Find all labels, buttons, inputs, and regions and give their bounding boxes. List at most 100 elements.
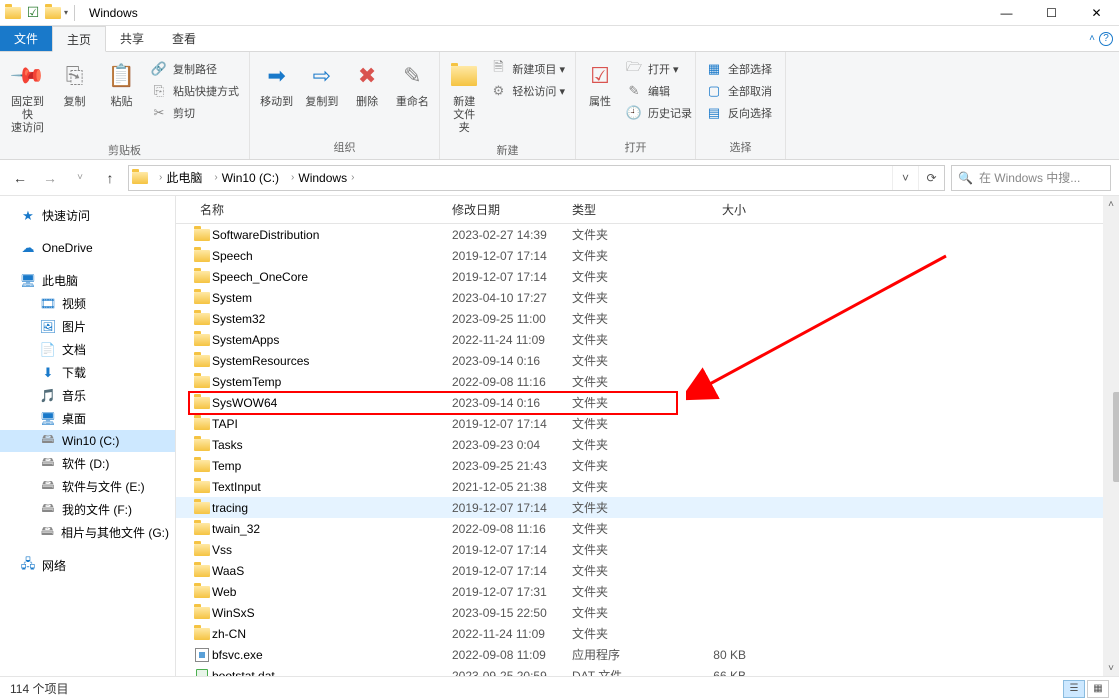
close-button[interactable]: ✕ xyxy=(1074,0,1119,26)
sidebar-documents[interactable]: 📄文档 xyxy=(0,338,175,361)
edit-button[interactable]: ✎编辑 xyxy=(622,82,696,100)
nav-up-button[interactable]: ↑ xyxy=(98,166,122,190)
select-all-button[interactable]: ▦全部选择 xyxy=(702,60,776,78)
file-row[interactable]: WinSxS2023-09-15 22:50文件夹 xyxy=(176,602,1119,623)
file-date: 2023-09-25 20:59 xyxy=(444,669,564,677)
file-row[interactable]: bootstat.dat2023-09-25 20:59DAT 文件66 KB xyxy=(176,665,1119,676)
scrollbar-thumb[interactable] xyxy=(1113,392,1119,482)
folder-icon xyxy=(192,586,212,598)
sidebar-drive-c[interactable]: 🖴Win10 (C:) xyxy=(0,430,175,452)
copy-to-button[interactable]: ⇨ 复制到 xyxy=(301,56,342,113)
address-dropdown-button[interactable]: ˅ xyxy=(892,166,918,190)
tab-share[interactable]: 共享 xyxy=(106,26,158,51)
sidebar-this-pc[interactable]: 🖥此电脑 xyxy=(0,269,175,292)
refresh-button[interactable]: ⟳ xyxy=(918,166,944,190)
move-to-button[interactable]: ➡ 移动到 xyxy=(256,56,297,113)
breadcrumb-drive[interactable]: ›Win10 (C:) xyxy=(206,171,283,185)
cut-button[interactable]: ✂剪切 xyxy=(147,104,243,122)
collapse-ribbon-icon[interactable]: ˄ xyxy=(1089,33,1095,44)
copy-icon: ⎘ xyxy=(59,60,91,92)
file-row[interactable]: SystemResources2023-09-14 0:16文件夹 xyxy=(176,350,1119,371)
scroll-down-icon[interactable]: ˅ xyxy=(1103,660,1119,676)
nav-forward-button[interactable]: → xyxy=(38,166,62,190)
properties-button[interactable]: ☑ 属性 xyxy=(582,56,618,113)
file-row[interactable]: System2023-04-10 17:27文件夹 xyxy=(176,287,1119,308)
vertical-scrollbar[interactable]: ˄ ˅ xyxy=(1103,196,1119,676)
file-row[interactable]: tracing2019-12-07 17:14文件夹 xyxy=(176,497,1119,518)
file-row[interactable]: SystemApps2022-11-24 11:09文件夹 xyxy=(176,329,1119,350)
paste-button[interactable]: 📋 粘贴 xyxy=(100,56,143,113)
file-row[interactable]: System322023-09-25 11:00文件夹 xyxy=(176,308,1119,329)
breadcrumb-folder[interactable]: ›Windows› xyxy=(283,171,362,185)
new-item-button[interactable]: 🗎新建项目 ▾ xyxy=(486,60,569,78)
nav-recent-dropdown[interactable]: ˅ xyxy=(68,166,92,190)
qat-properties-icon[interactable]: ☑ xyxy=(24,4,42,22)
copy-path-button[interactable]: 🔗复制路径 xyxy=(147,60,243,78)
sidebar-network[interactable]: 🖧网络 xyxy=(0,554,175,577)
window-controls: — ☐ ✕ xyxy=(984,0,1119,26)
sidebar-onedrive[interactable]: ☁OneDrive xyxy=(0,237,175,259)
copy-button[interactable]: ⎘ 复制 xyxy=(53,56,96,113)
nav-back-button[interactable]: ← xyxy=(8,166,32,190)
sidebar-quick-access[interactable]: ★快速访问 xyxy=(0,204,175,227)
view-thumbnails-button[interactable]: ▦ xyxy=(1087,680,1109,698)
qat-new-folder-icon[interactable] xyxy=(44,4,62,22)
invert-selection-button[interactable]: ▤反向选择 xyxy=(702,104,776,122)
file-row[interactable]: Speech_OneCore2019-12-07 17:14文件夹 xyxy=(176,266,1119,287)
qat-dropdown-icon[interactable]: ▾ xyxy=(64,8,68,17)
view-details-button[interactable]: ☰ xyxy=(1063,680,1085,698)
pc-icon: 🖥 xyxy=(20,273,36,289)
file-type: 文件夹 xyxy=(564,352,674,369)
sidebar-pictures[interactable]: 🖼图片 xyxy=(0,315,175,338)
sidebar-downloads[interactable]: ⬇下载 xyxy=(0,361,175,384)
tab-view[interactable]: 查看 xyxy=(158,26,210,51)
pin-to-quick-access-button[interactable]: 📌 固定到快 速访问 xyxy=(6,56,49,140)
columns-header: 名称 修改日期 类型 大小 xyxy=(176,196,1119,224)
address-bar[interactable]: ›此电脑 ›Win10 (C:) ›Windows› ˅ ⟳ xyxy=(128,165,945,191)
file-row[interactable]: WaaS2019-12-07 17:14文件夹 xyxy=(176,560,1119,581)
sidebar-video[interactable]: 🎞视频 xyxy=(0,292,175,315)
sidebar-drive-d[interactable]: 🖴软件 (D:) xyxy=(0,452,175,475)
minimize-button[interactable]: — xyxy=(984,0,1029,26)
file-row[interactable]: SoftwareDistribution2023-02-27 14:39文件夹 xyxy=(176,224,1119,245)
history-button[interactable]: 🕘历史记录 xyxy=(622,104,696,122)
col-date[interactable]: 修改日期 xyxy=(444,201,564,218)
paste-shortcut-button[interactable]: ⎘粘贴快捷方式 xyxy=(147,82,243,100)
easy-access-button[interactable]: ⚙轻松访问 ▾ xyxy=(486,82,569,100)
file-row[interactable]: bfsvc.exe2022-09-08 11:09应用程序80 KB xyxy=(176,644,1119,665)
col-type[interactable]: 类型 xyxy=(564,201,674,218)
help-icon[interactable]: ? xyxy=(1099,32,1113,46)
file-row[interactable]: Tasks2023-09-23 0:04文件夹 xyxy=(176,434,1119,455)
file-row[interactable]: twain_322022-09-08 11:16文件夹 xyxy=(176,518,1119,539)
maximize-button[interactable]: ☐ xyxy=(1029,0,1074,26)
file-row[interactable]: SysWOW642023-09-14 0:16文件夹 xyxy=(176,392,1119,413)
sidebar-drive-f[interactable]: 🖴我的文件 (F:) xyxy=(0,498,175,521)
file-date: 2019-12-07 17:14 xyxy=(444,249,564,263)
delete-button[interactable]: ✖ 删除 xyxy=(347,56,388,113)
col-name[interactable]: 名称 xyxy=(192,201,444,218)
breadcrumb-root[interactable]: ›此电脑 xyxy=(151,169,206,186)
file-row[interactable]: SystemTemp2022-09-08 11:16文件夹 xyxy=(176,371,1119,392)
sidebar-drive-e[interactable]: 🖴软件与文件 (E:) xyxy=(0,475,175,498)
file-row[interactable]: Speech2019-12-07 17:14文件夹 xyxy=(176,245,1119,266)
new-folder-button[interactable]: 新建 文件夹 xyxy=(446,56,482,140)
rename-button[interactable]: ✎ 重命名 xyxy=(392,56,433,113)
sidebar-music[interactable]: 🎵音乐 xyxy=(0,384,175,407)
sidebar-drive-g[interactable]: 🖴相片与其他文件 (G:) xyxy=(0,521,175,544)
open-button[interactable]: 🗁打开 ▾ xyxy=(622,60,696,78)
sidebar-desktop[interactable]: 🖥桌面 xyxy=(0,407,175,430)
file-row[interactable]: zh-CN2022-11-24 11:09文件夹 xyxy=(176,623,1119,644)
tab-file[interactable]: 文件 xyxy=(0,26,52,51)
file-row[interactable]: TAPI2019-12-07 17:14文件夹 xyxy=(176,413,1119,434)
scroll-up-icon[interactable]: ˄ xyxy=(1103,196,1119,212)
file-name: SystemResources xyxy=(212,354,444,368)
tab-home[interactable]: 主页 xyxy=(52,26,106,52)
search-box[interactable]: 🔍 在 Windows 中搜... xyxy=(951,165,1111,191)
file-row[interactable]: Web2019-12-07 17:31文件夹 xyxy=(176,581,1119,602)
col-size[interactable]: 大小 xyxy=(674,201,754,218)
file-row[interactable]: Vss2019-12-07 17:14文件夹 xyxy=(176,539,1119,560)
file-row[interactable]: TextInput2021-12-05 21:38文件夹 xyxy=(176,476,1119,497)
file-date: 2019-12-07 17:14 xyxy=(444,501,564,515)
select-none-button[interactable]: ▢全部取消 xyxy=(702,82,776,100)
file-row[interactable]: Temp2023-09-25 21:43文件夹 xyxy=(176,455,1119,476)
